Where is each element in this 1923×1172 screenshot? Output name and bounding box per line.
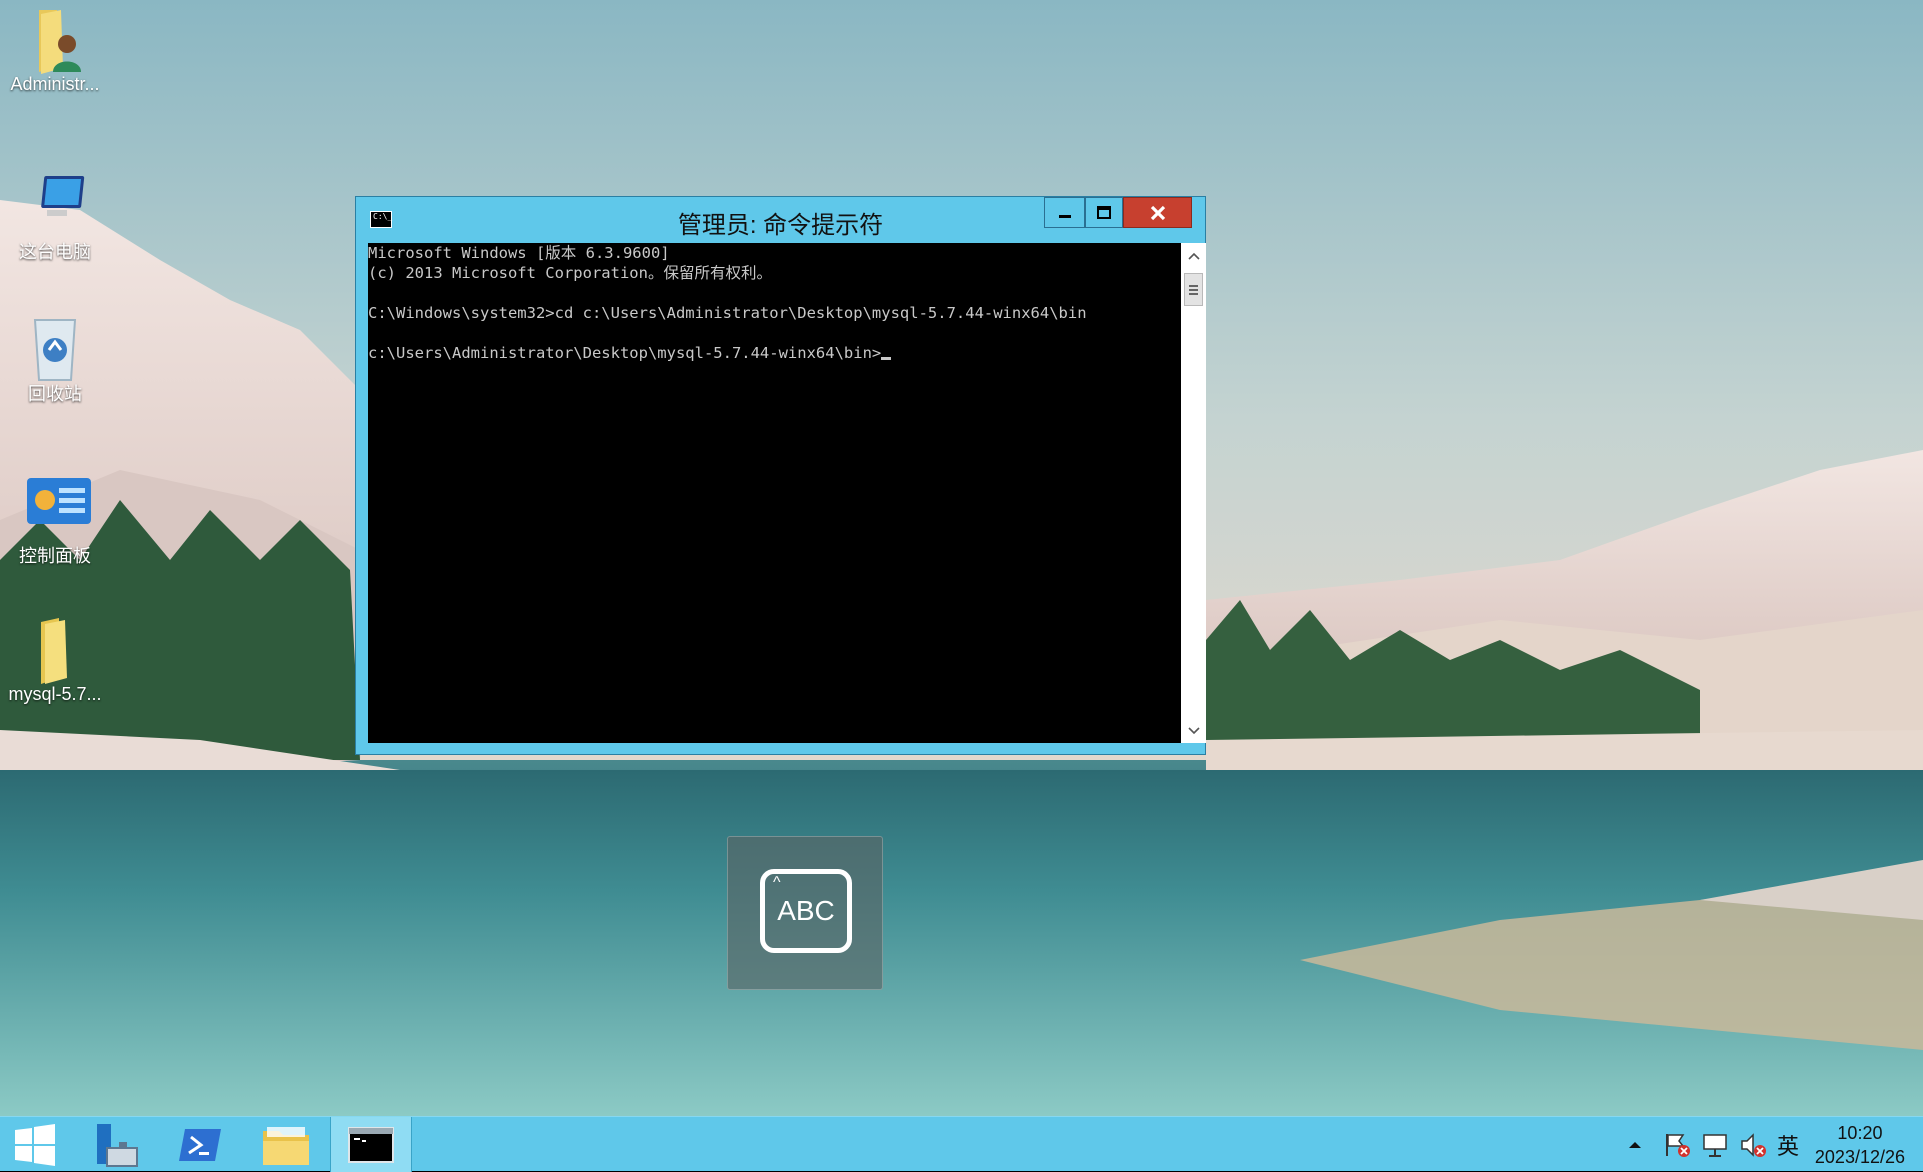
desktop-icon-control-panel[interactable]: 控制面板 xyxy=(0,474,110,568)
console-line: C:\Windows\system32>cd c:\Users\Administ… xyxy=(368,304,1087,322)
desktop-icon-user-folder[interactable]: Administr... xyxy=(0,6,110,95)
desktop-icon-label: 这台电脑 xyxy=(19,242,91,262)
taskbar-command-prompt[interactable] xyxy=(330,1117,412,1172)
file-explorer-icon xyxy=(263,1126,309,1165)
clock-date: 2023/12/26 xyxy=(1814,1147,1905,1167)
desktop-icon-this-pc[interactable]: 这台电脑 xyxy=(0,170,110,264)
desktop-icon-label: Administr... xyxy=(10,74,100,94)
desktop-icon-label: 控制面板 xyxy=(19,546,91,566)
close-icon xyxy=(1150,205,1165,220)
taskbar-file-explorer[interactable] xyxy=(246,1117,326,1172)
desktop-icon-label: mysql-5.7... xyxy=(8,684,102,704)
console-prompt-line[interactable]: c:\Users\Administrator\Desktop\mysql-5.7… xyxy=(368,343,1181,363)
console-line: Microsoft Windows [版本 6.3.9600] xyxy=(368,244,670,262)
start-button[interactable] xyxy=(0,1117,70,1172)
maximize-icon xyxy=(1097,205,1111,219)
clock-time: 10:20 xyxy=(1837,1123,1883,1143)
folder-icon xyxy=(23,616,87,684)
desktop-icon-mysql-folder[interactable]: mysql-5.7... xyxy=(0,616,110,705)
input-language-indicator[interactable]: 英 xyxy=(1772,1117,1804,1172)
taskbar-powershell[interactable] xyxy=(160,1117,240,1172)
command-prompt-window[interactable]: C:\_ 管理员: 命令提示符 Microsoft Windows [版本 6.… xyxy=(355,196,1206,755)
volume-tray[interactable] xyxy=(1736,1117,1770,1172)
desktop-icon-label: 回收站 xyxy=(28,384,82,404)
computer-monitor-icon xyxy=(23,170,87,234)
chevron-up-icon xyxy=(1629,1141,1641,1148)
vertical-scrollbar[interactable] xyxy=(1181,243,1206,743)
input-method-indicator: ^ ABC xyxy=(727,836,883,990)
speaker-muted-icon xyxy=(1741,1132,1766,1157)
maximize-button[interactable] xyxy=(1085,197,1123,228)
minimize-button[interactable] xyxy=(1044,197,1085,228)
clock[interactable]: 10:20 2023/12/26 xyxy=(1815,1121,1905,1169)
title-bar[interactable]: C:\_ 管理员: 命令提示符 xyxy=(356,197,1205,243)
recycle-bin-icon xyxy=(23,312,87,381)
windows-logo-icon xyxy=(15,1123,55,1166)
command-prompt-icon xyxy=(348,1126,394,1163)
text-cursor xyxy=(881,357,892,360)
scrollbar-thumb[interactable] xyxy=(1184,273,1203,306)
flag-error-icon xyxy=(1666,1133,1690,1157)
input-method-label: ABC xyxy=(777,895,835,926)
user-folder-icon xyxy=(23,6,87,74)
console-prompt: c:\Users\Administrator\Desktop\mysql-5.7… xyxy=(368,344,882,362)
desktop: Administr... 这台电脑 回收站 控制面板 mysql-5.7... … xyxy=(0,0,1923,1116)
taskbar-server-manager[interactable] xyxy=(74,1117,154,1172)
powershell-icon xyxy=(179,1128,221,1161)
desktop-icon-recycle-bin[interactable]: 回收站 xyxy=(0,312,110,406)
network-icon xyxy=(1703,1133,1727,1157)
scroll-up-arrow-icon[interactable] xyxy=(1181,243,1206,268)
action-center-tray[interactable] xyxy=(1660,1117,1694,1172)
taskbar: 英 10:20 2023/12/26 xyxy=(0,1116,1923,1172)
close-button[interactable] xyxy=(1123,197,1192,228)
scroll-down-arrow-icon[interactable] xyxy=(1181,718,1206,743)
control-panel-icon xyxy=(23,474,91,538)
show-hidden-icons-button[interactable] xyxy=(1620,1117,1650,1172)
console-output[interactable]: Microsoft Windows [版本 6.3.9600] (c) 2013… xyxy=(368,243,1206,743)
minimize-icon xyxy=(1058,214,1071,218)
keyboard-abc-icon: ^ ABC xyxy=(760,869,852,953)
console-line: (c) 2013 Microsoft Corporation。保留所有权利。 xyxy=(368,264,772,282)
server-manager-icon xyxy=(97,1123,138,1167)
network-tray[interactable] xyxy=(1698,1117,1732,1172)
